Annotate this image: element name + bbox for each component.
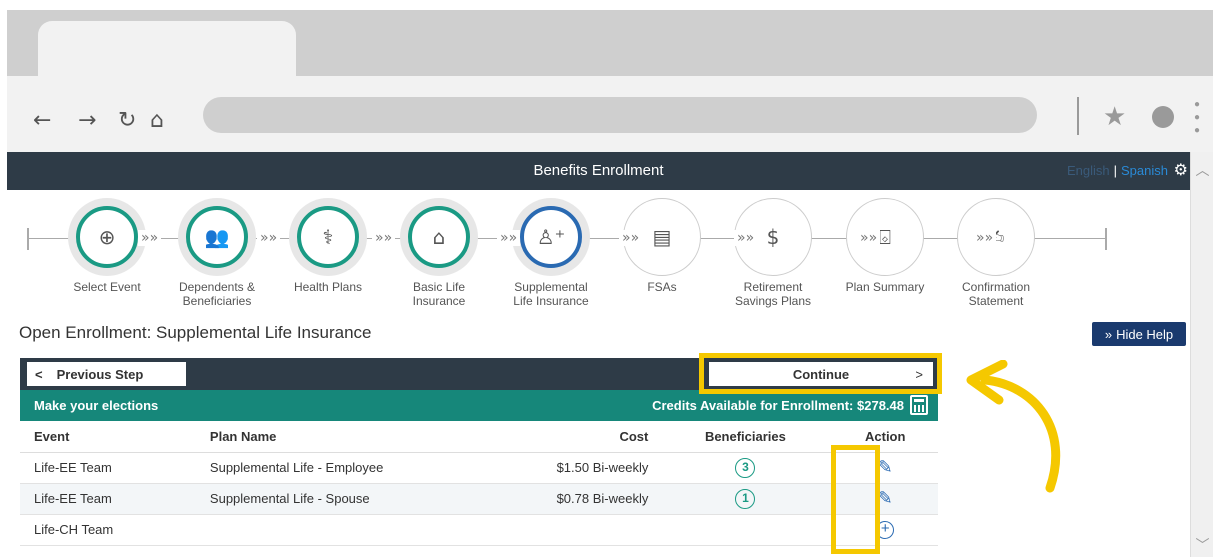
step-chevron-icon: »» bbox=[372, 230, 396, 246]
col-beneficiaries-header: Beneficiaries bbox=[658, 421, 833, 453]
step-chevron-icon: »» bbox=[497, 230, 521, 246]
step-circle: ⌂ bbox=[400, 198, 478, 276]
row-plan-name: Supplemental Life - Employee bbox=[209, 452, 527, 484]
col-plan-header: Plan Name bbox=[209, 421, 527, 453]
step-2[interactable]: ⚕ Health Plans bbox=[268, 198, 388, 294]
scroll-down-icon[interactable]: ﹀ bbox=[1191, 535, 1213, 555]
previous-step-label: Previous Step bbox=[56, 366, 144, 382]
elections-table: Event Plan Name Cost Beneficiaries Actio… bbox=[20, 421, 938, 546]
step-label: FSAs bbox=[647, 280, 677, 294]
highlight-box-continue bbox=[699, 353, 942, 394]
table-header-row: Event Plan Name Cost Beneficiaries Actio… bbox=[20, 421, 938, 453]
lang-english-link[interactable]: English bbox=[1067, 163, 1110, 178]
money-bag-icon: $ bbox=[766, 225, 780, 249]
step-chevron-icon: »» bbox=[138, 230, 162, 246]
elections-title: Make your elections bbox=[34, 398, 159, 413]
lang-spanish-link[interactable]: Spanish bbox=[1121, 163, 1168, 178]
step-label: Health Plans bbox=[293, 280, 363, 294]
address-bar[interactable] bbox=[203, 97, 1037, 133]
table-row: Life-EE Team Supplemental Life - Spouse … bbox=[20, 483, 938, 515]
chevron-left-icon: < bbox=[35, 366, 43, 382]
app-title: Benefits Enrollment bbox=[533, 162, 664, 179]
col-cost-header: Cost bbox=[526, 421, 659, 453]
menu-kebab-icon[interactable]: ● ● ● bbox=[1194, 98, 1202, 137]
lang-separator: | bbox=[1113, 163, 1118, 178]
step-label: Plan Summary bbox=[845, 280, 925, 294]
home-icon[interactable]: ⌂ bbox=[150, 108, 164, 133]
add-person-icon: ♙⁺ bbox=[536, 225, 566, 249]
bookmark-star-icon[interactable]: ★ bbox=[1103, 102, 1126, 132]
settings-gear-icon[interactable]: ⚙ bbox=[1174, 160, 1188, 179]
row-event: Life-EE Team bbox=[20, 483, 210, 515]
step-label: Dependents & Beneficiaries bbox=[178, 280, 256, 308]
step-circle: ⚕ bbox=[289, 198, 367, 276]
browser-tab[interactable] bbox=[38, 21, 296, 81]
table-row: Life-EE Team Supplemental Life - Employe… bbox=[20, 452, 938, 484]
step-line-start bbox=[27, 228, 29, 250]
row-event: Life-EE Team bbox=[20, 452, 210, 484]
step-circle: ♙⁺ bbox=[512, 198, 590, 276]
col-event-header: Event bbox=[20, 421, 210, 453]
step-chevron-icon: »» bbox=[734, 230, 758, 246]
step-6[interactable]: $ Retirement Savings Plans bbox=[713, 198, 833, 308]
hide-help-button[interactable]: » Hide Help bbox=[1092, 322, 1186, 346]
stethoscope-icon: ⚕ bbox=[322, 225, 334, 249]
beneficiary-count-badge[interactable]: 1 bbox=[735, 488, 756, 509]
step-line-end bbox=[1105, 228, 1107, 250]
step-circle: 👥 bbox=[178, 198, 256, 276]
step-label: Retirement Savings Plans bbox=[734, 280, 812, 308]
step-chevron-icon: »» bbox=[257, 230, 281, 246]
chart-plus-icon: ⌺ bbox=[879, 225, 891, 249]
house-doc-icon: ⌂ bbox=[432, 225, 446, 249]
highlight-box-action bbox=[831, 445, 880, 554]
step-8[interactable]: ✍ConfirmationStatement bbox=[936, 198, 1056, 308]
step-4[interactable]: ♙⁺ Supplemental Life Insurance bbox=[491, 198, 611, 308]
hide-help-label: Hide Help bbox=[1116, 326, 1174, 342]
double-chevron-icon: » bbox=[1104, 326, 1113, 342]
highlight-arrow bbox=[966, 360, 1061, 493]
scroll-up-icon[interactable]: ︿ bbox=[1191, 160, 1213, 180]
step-chevron-icon: »» bbox=[857, 230, 881, 246]
step-label: Confirmation Statement bbox=[961, 280, 1031, 308]
page-scrollbar[interactable]: ︿ ﹀ bbox=[1190, 152, 1213, 557]
step-circle: ⊕ bbox=[68, 198, 146, 276]
beneficiary-count-badge[interactable]: 3 bbox=[735, 457, 756, 478]
row-cost: $1.50 Bi-weekly bbox=[526, 452, 659, 484]
row-plan-name: Supplemental Life - Spouse bbox=[209, 483, 527, 515]
elections-bar: Make your elections Credits Available fo… bbox=[20, 390, 938, 421]
table-row: Life-CH Team + bbox=[20, 514, 938, 546]
step-7[interactable]: ⌺ Plan Summary bbox=[825, 198, 945, 294]
step-label: Supplemental Life Insurance bbox=[513, 280, 589, 308]
people-icon: 👥 bbox=[204, 225, 230, 249]
step-3[interactable]: ⌂ Basic Life Insurance bbox=[379, 198, 499, 308]
reload-icon[interactable]: ↻ bbox=[118, 108, 136, 133]
step-label: Select Event bbox=[73, 280, 141, 294]
language-switcher: English | Spanish bbox=[1067, 152, 1168, 190]
row-plan-name bbox=[209, 514, 527, 546]
row-cost: $0.78 Bi-weekly bbox=[526, 483, 659, 515]
step-label: Basic Life Insurance bbox=[412, 280, 466, 308]
row-event: Life-CH Team bbox=[20, 514, 210, 546]
back-icon[interactable]: ← bbox=[33, 108, 51, 133]
wallet-icon: ▤ bbox=[652, 225, 672, 249]
step-chevron-icon: »» bbox=[973, 230, 997, 246]
profile-icon[interactable] bbox=[1152, 106, 1174, 128]
row-cost bbox=[526, 514, 659, 546]
page-title: Open Enrollment: Supplemental Life Insur… bbox=[19, 323, 372, 342]
credits-available: Credits Available for Enrollment: $278.4… bbox=[652, 398, 904, 413]
step-progress: ⊕ Select Event 👥 Dependents & Beneficiaries ⚕… bbox=[7, 190, 1190, 315]
step-0[interactable]: ⊕ Select Event bbox=[47, 198, 167, 294]
forward-icon[interactable]: → bbox=[78, 108, 96, 133]
step-1[interactable]: 👥 Dependents & Beneficiaries bbox=[157, 198, 277, 308]
plus-icon: ⊕ bbox=[98, 225, 116, 249]
step-5[interactable]: ▤ FSAs bbox=[602, 198, 722, 294]
app-header: Benefits Enrollment English | Spanish ⚙ bbox=[7, 152, 1190, 190]
calculator-icon[interactable] bbox=[910, 395, 928, 415]
step-chevron-icon: »» bbox=[619, 230, 643, 246]
previous-step-button[interactable]: < Previous Step bbox=[27, 362, 186, 386]
toolbar-divider bbox=[1077, 97, 1079, 135]
